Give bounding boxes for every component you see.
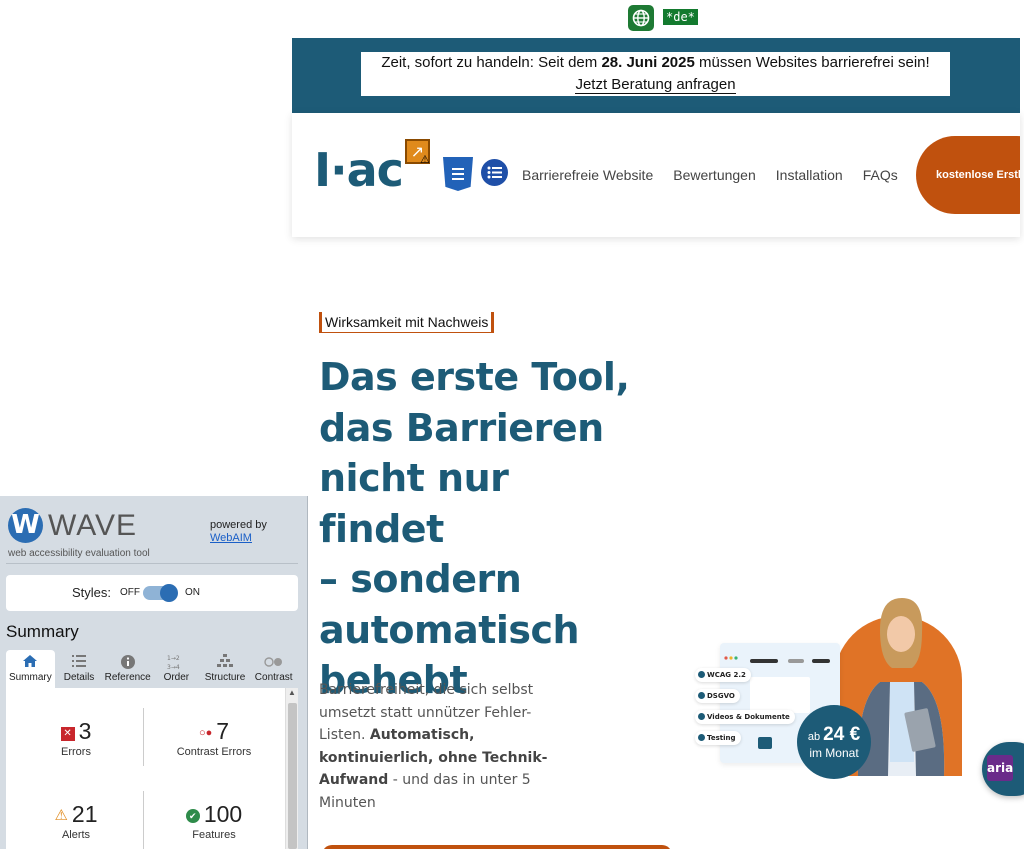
alert-icon: ⚠ — [54, 807, 68, 824]
styles-off-label: OFF — [120, 587, 140, 598]
stat-errors[interactable]: ✕ 3 Errors — [6, 718, 146, 758]
css-icon — [443, 157, 473, 191]
scrollbar[interactable]: ▲ — [285, 688, 298, 849]
image-icon — [758, 737, 772, 749]
wave-name: WAVE — [48, 508, 138, 542]
wave-tabs: Summary Details Reference 1→2 3→4 Order S… — [6, 650, 298, 688]
hero-title: Das erste Tool, das Barrieren nicht nur … — [319, 355, 630, 702]
hero-description: Barrierefreiheit, die sich selbst umsetz… — [319, 682, 548, 811]
window-dots-icon — [724, 647, 740, 660]
accessibility-widget-button[interactable]: aria — [982, 742, 1024, 796]
powered-by: powered by WebAIM — [210, 519, 267, 544]
site-logo[interactable]: I·ac — [314, 143, 402, 197]
notice-banner: Zeit, sofort zu handeln: Seit dem 28. Ju… — [292, 38, 1020, 113]
nav-item-bewertungen[interactable]: Bewertungen — [673, 167, 756, 183]
styles-on-label: ON — [185, 587, 200, 598]
styles-toggle-box: Styles: OFF ON — [6, 575, 298, 611]
site-header: I·ac ↗ ⚠ Barrierefreie Website Bewertung… — [292, 113, 1020, 237]
chip-testing: Testing — [695, 731, 741, 745]
chip-videos: Videos & Dokumente — [695, 710, 795, 724]
consultation-link[interactable]: Jetzt Beratung anfragen — [575, 76, 736, 94]
contrast-icon — [249, 654, 298, 672]
styles-toggle[interactable] — [143, 584, 178, 602]
wave-panel: W WAVE web accessibility evaluation tool… — [0, 496, 308, 849]
structure-icon — [201, 654, 250, 672]
toggle-knob — [160, 584, 178, 602]
nav-item-barrierefreie-website[interactable]: Barrierefreie Website — [522, 167, 653, 183]
mock-card — [750, 677, 810, 713]
stat-contrast-errors[interactable]: ○● 7 Contrast Errors — [144, 718, 284, 758]
banner-date: 28. Juni 2025 — [601, 54, 695, 71]
header-cta-button[interactable]: kostenlose Erstb — [916, 136, 1020, 214]
mock-bar — [750, 659, 778, 663]
error-icon: ✕ — [60, 727, 75, 741]
wave-logo-icon: W — [8, 508, 43, 543]
chip-wcag: WCAG 2.2 — [695, 668, 751, 682]
mock-bar — [788, 659, 804, 663]
warning-icon: ⚠ — [420, 154, 430, 166]
tab-contrast[interactable]: Contrast — [249, 650, 298, 688]
tab-details[interactable]: Details — [55, 650, 104, 688]
tab-order[interactable]: 1→2 3→4 Order — [152, 650, 201, 688]
lang-tag: *de* — [663, 9, 698, 25]
list-icon — [55, 654, 104, 672]
nav-item-installation[interactable]: Installation — [776, 167, 843, 183]
divider — [6, 563, 298, 564]
chip-dsgvo: DSGVO — [695, 689, 740, 703]
styles-label: Styles: — [72, 585, 112, 600]
aria-icon: aria — [987, 755, 1013, 781]
stat-features[interactable]: ✔ 100 Features — [144, 801, 284, 841]
banner-text: Zeit, sofort zu handeln: Seit dem 28. Ju… — [381, 54, 930, 71]
hero-eyebrow: Wirksamkeit mit Nachweis — [319, 312, 495, 333]
banner-box: Zeit, sofort zu handeln: Seit dem 28. Ju… — [361, 52, 950, 96]
home-icon — [6, 654, 55, 672]
tab-summary[interactable]: Summary — [6, 650, 55, 688]
scroll-up-icon[interactable]: ▲ — [286, 688, 298, 697]
language-bar: *de* — [292, 0, 1024, 38]
webaim-link[interactable]: WebAIM — [210, 532, 252, 544]
price-badge: ab 24 € im Monat — [797, 705, 871, 779]
mock-bar — [812, 659, 830, 663]
summary-heading: Summary — [6, 622, 79, 641]
order-icon: 1→2 3→4 — [152, 654, 201, 672]
tab-structure[interactable]: Structure — [201, 650, 250, 688]
globe-icon[interactable] — [628, 5, 654, 31]
wave-tagline: web accessibility evaluation tool — [8, 548, 150, 559]
wave-logo: W WAVE — [8, 508, 137, 543]
info-icon — [103, 654, 152, 672]
summary-panel: ✕ 3 Errors ○● 7 Contrast Errors ⚠ 21 Alerts… — [6, 688, 298, 849]
tab-reference[interactable]: Reference — [103, 650, 152, 688]
list-icon — [481, 159, 508, 186]
svg-text:3→4: 3→4 — [167, 664, 180, 670]
hero-cta-button[interactable] — [322, 845, 672, 849]
stat-alerts[interactable]: ⚠ 21 Alerts — [6, 801, 146, 841]
feature-icon: ✔ — [185, 809, 200, 823]
svg-text:1→2: 1→2 — [167, 655, 180, 662]
contrast-error-icon: ○● — [198, 727, 213, 739]
main-nav: Barrierefreie Website Bewertungen Instal… — [522, 167, 898, 183]
nav-item-faqs[interactable]: FAQs — [863, 167, 898, 183]
scroll-thumb[interactable] — [288, 703, 297, 849]
